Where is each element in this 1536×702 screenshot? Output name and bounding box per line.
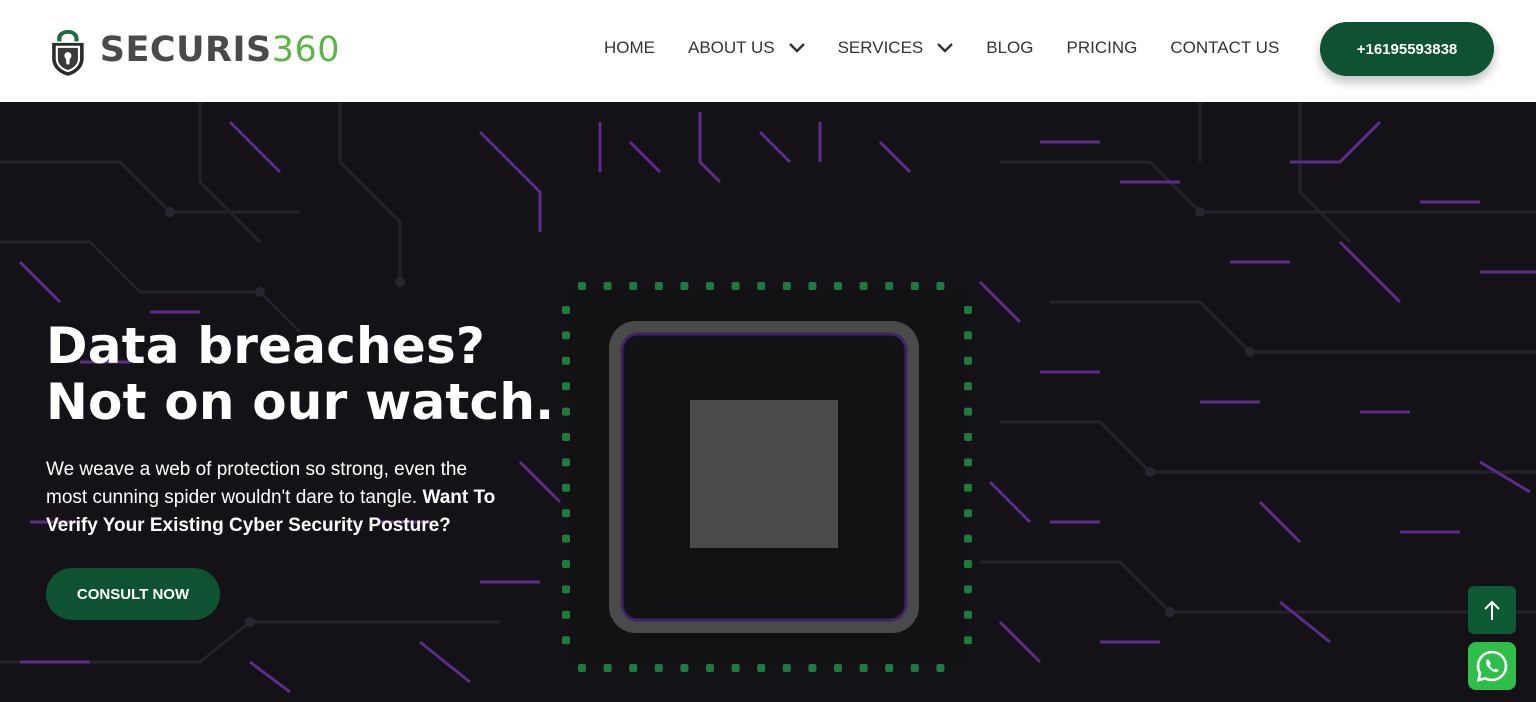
nav-contact-us[interactable]: CONTACT US — [1170, 38, 1279, 58]
shield-lock-icon — [52, 29, 84, 76]
whatsapp-icon — [1476, 650, 1508, 682]
hero-subtext: We weave a web of protection so strong, … — [46, 456, 506, 540]
main-nav: HOME ABOUT US SERVICES BLOG PRICING CONT… — [604, 38, 1312, 58]
hero-section: Data breaches? Not on our watch. We weav… — [0, 102, 1536, 702]
nav-services[interactable]: SERVICES — [838, 38, 954, 58]
scroll-to-top-button[interactable] — [1468, 586, 1516, 634]
phone-button[interactable]: +16195593838 — [1320, 22, 1494, 76]
hero-headline-line1: Data breaches? — [46, 317, 486, 375]
brand-name-part2: 360 — [271, 29, 340, 70]
arrow-up-icon — [1484, 600, 1500, 620]
hero-subtext-body: We weave a web of protection so strong, … — [46, 459, 468, 508]
hero-headline-line2: Not on our watch. — [46, 373, 555, 431]
brand-name-part1: SECURIS — [99, 29, 272, 70]
hero-headline: Data breaches? Not on our watch. — [46, 318, 554, 430]
nav-home-label: HOME — [604, 38, 655, 57]
nav-about-us[interactable]: ABOUT US — [688, 38, 805, 58]
brand-name: SECURIS360 — [99, 29, 340, 70]
chip-core — [690, 400, 838, 548]
chevron-down-icon — [788, 43, 805, 53]
brand-logo[interactable]: SECURIS360 — [50, 12, 340, 88]
nav-about-us-label: ABOUT US — [688, 38, 775, 57]
site-header: SECURIS360 HOME ABOUT US SERVICES BLOG P… — [0, 0, 1536, 102]
nav-contact-us-label: CONTACT US — [1170, 38, 1280, 57]
whatsapp-chat-button[interactable] — [1468, 642, 1516, 690]
nav-home[interactable]: HOME — [604, 38, 655, 58]
nav-blog-label: BLOG — [986, 38, 1034, 57]
nav-services-label: SERVICES — [837, 38, 924, 57]
chevron-down-icon — [937, 43, 954, 53]
nav-blog[interactable]: BLOG — [986, 38, 1033, 58]
consult-now-button[interactable]: CONSULT NOW — [46, 568, 220, 620]
nav-pricing[interactable]: PRICING — [1067, 38, 1138, 58]
nav-pricing-label: PRICING — [1066, 38, 1138, 57]
